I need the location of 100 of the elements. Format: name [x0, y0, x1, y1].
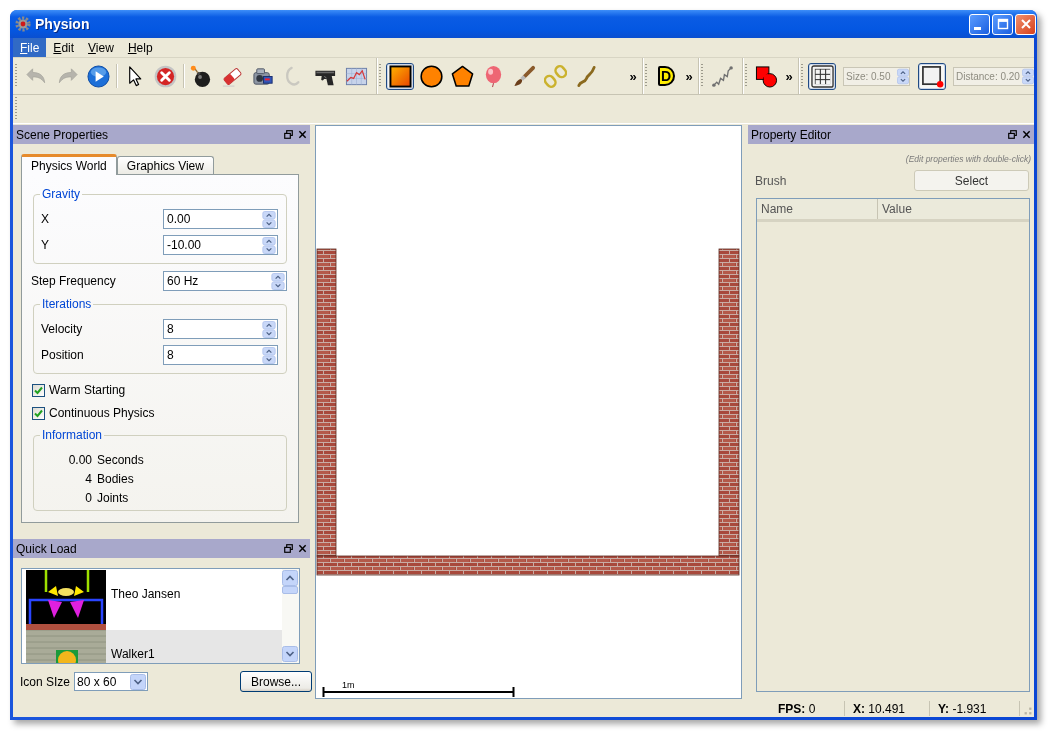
grip-handle[interactable]: [645, 64, 647, 88]
spin-arrows-icon[interactable]: [271, 272, 285, 290]
overflow-button[interactable]: »: [783, 66, 795, 86]
square-tool-button[interactable]: [386, 62, 414, 90]
status-text: FPS: 0: [778, 701, 816, 716]
field-label: Position: [41, 348, 84, 362]
menu-item[interactable]: View: [81, 38, 121, 57]
brick-floor[interactable]: [316, 555, 740, 576]
scene-canvas[interactable]: 1m: [315, 125, 742, 699]
square-icon: [388, 64, 412, 88]
list-item-label[interactable]: Theo Jansen: [111, 587, 181, 601]
list-item-label[interactable]: Walker1: [111, 647, 155, 661]
restore-icon[interactable]: [1008, 130, 1017, 139]
grid-toggle-button[interactable]: [808, 62, 836, 90]
checkbox[interactable]: [32, 406, 45, 420]
close-button[interactable]: [1015, 13, 1036, 35]
tick-icon: [34, 408, 43, 418]
column-header[interactable]: Name: [757, 199, 878, 219]
checkbox-label[interactable]: Warm Starting: [49, 383, 126, 397]
tick-icon: [34, 385, 43, 395]
circle-icon: [419, 64, 443, 88]
list-item[interactable]: Theo Jansen: [26, 570, 282, 630]
grip-handle[interactable]: [15, 97, 17, 121]
list-item[interactable]: Walker1: [26, 630, 282, 663]
column-header[interactable]: Value: [878, 199, 912, 219]
select-button[interactable]: Select: [914, 170, 1029, 191]
spin-arrows-icon[interactable]: [262, 210, 276, 228]
snap-toggle-button[interactable]: [918, 62, 946, 90]
status-text: X: 10.491: [853, 701, 906, 716]
spin-field[interactable]: 8: [163, 319, 278, 339]
info-unit: Bodies: [97, 471, 134, 486]
pentagon-icon: [450, 64, 474, 88]
grip-handle[interactable]: [15, 64, 17, 88]
bomb-icon: [189, 64, 213, 88]
brush-icon: [512, 64, 536, 88]
chain-icon: [543, 64, 567, 88]
field-label: Y: [41, 238, 49, 252]
info-number: 0: [85, 490, 92, 505]
scroll-up-icon[interactable]: [282, 570, 298, 586]
dock-title: Scene Properties: [16, 127, 109, 142]
circle-tool-button[interactable]: [417, 62, 445, 90]
tab[interactable]: Graphics View: [116, 156, 214, 174]
spin-field[interactable]: 0.00: [163, 209, 278, 229]
letter-tool-button[interactable]: D: [652, 62, 680, 90]
spring-icon: [710, 64, 734, 88]
info-number: 0.00: [68, 452, 92, 467]
grip-handle[interactable]: [701, 64, 703, 88]
minimize-icon: [974, 26, 981, 30]
spin-field[interactable]: 60 Hz: [163, 271, 287, 291]
overflow-button[interactable]: »: [683, 66, 695, 86]
group-title: Iterations: [41, 297, 93, 311]
close-icon[interactable]: [1022, 130, 1031, 139]
scale-label: 1m: [342, 680, 355, 690]
cross-circle-icon: [153, 64, 177, 88]
spin-arrows-icon[interactable]: [262, 236, 276, 254]
status-text: Y: -1.931: [938, 701, 987, 716]
spin-arrows-icon[interactable]: [262, 320, 276, 338]
scrollbar[interactable]: [282, 569, 299, 663]
scroll-thumb[interactable]: [282, 586, 298, 594]
overflow-button[interactable]: »: [627, 66, 639, 86]
maximize-button[interactable]: [992, 13, 1013, 35]
grip-handle[interactable]: [379, 64, 381, 88]
spin-arrows-icon[interactable]: [262, 346, 276, 364]
checkbox[interactable]: [32, 383, 45, 397]
play-button[interactable]: [84, 62, 112, 90]
browse-button[interactable]: Browse...: [240, 671, 312, 692]
grip-handle[interactable]: [801, 64, 803, 88]
icon-size-dropdown[interactable]: 80 x 60: [74, 672, 149, 691]
grip-handle[interactable]: [745, 64, 747, 88]
spin-field[interactable]: 8: [163, 345, 278, 365]
close-icon[interactable]: [298, 544, 307, 553]
info-unit: Seconds: [97, 452, 144, 467]
field-label: Step Frequency: [31, 274, 116, 288]
play-icon: [86, 64, 110, 88]
close-icon: [1019, 18, 1032, 30]
field-label: Icon SIze: [20, 674, 71, 689]
tab[interactable]: Physics World: [21, 154, 117, 175]
grid-icon: [810, 64, 834, 88]
menu-item[interactable]: Help: [120, 38, 160, 57]
scroll-down-icon[interactable]: [282, 646, 298, 662]
spin-field[interactable]: -10.00: [163, 235, 278, 255]
minimize-button[interactable]: [969, 13, 990, 35]
info-number: 4: [85, 471, 92, 486]
dock-title: Quick Load: [16, 541, 77, 556]
rope-icon: [574, 64, 598, 88]
restore-icon[interactable]: [284, 130, 293, 139]
field-label: Velocity: [41, 322, 83, 336]
menu-item[interactable]: File: [13, 38, 47, 57]
info-unit: Joints: [97, 490, 129, 505]
square-circle-icon: [754, 64, 778, 88]
restore-icon[interactable]: [284, 544, 293, 553]
field-label: Brush: [755, 173, 787, 188]
brick-wall[interactable]: [316, 248, 337, 557]
brick-wall[interactable]: [718, 248, 740, 557]
group-title: Gravity: [41, 187, 81, 201]
group-title: Information: [41, 428, 104, 442]
menu-item[interactable]: Edit: [46, 38, 82, 57]
size-grip-icon[interactable]: [1024, 706, 1032, 715]
close-icon[interactable]: [298, 130, 307, 139]
checkbox-label[interactable]: Continuous Physics: [49, 406, 155, 420]
